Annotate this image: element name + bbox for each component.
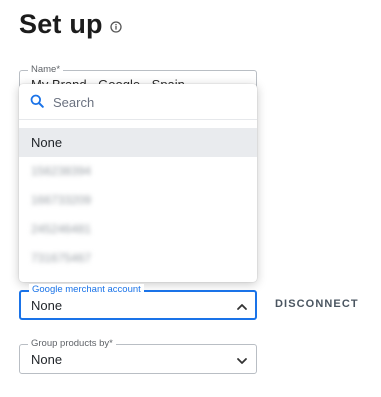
merchant-dropdown-menu: None 156238394 166733209 245246481 73167… [19, 84, 257, 282]
name-field-label: Name* [28, 64, 64, 76]
group-products-select[interactable]: Group products by* None [19, 338, 257, 374]
dropdown-search [19, 84, 257, 120]
page-header: Set up [19, 9, 122, 40]
merchant-account-label: Google merchant account [29, 284, 144, 296]
merchant-account-value: None [31, 298, 63, 313]
dropdown-option[interactable]: 731675467 [19, 244, 257, 273]
info-icon[interactable] [110, 20, 122, 33]
dropdown-option[interactable]: 166733209 [19, 186, 257, 215]
search-input[interactable] [51, 91, 245, 113]
dropdown-option-none[interactable]: None [19, 128, 257, 157]
group-products-label: Group products by* [28, 338, 116, 350]
group-products-value: None [31, 352, 63, 367]
merchant-account-select[interactable]: Google merchant account None [19, 284, 257, 320]
page-title: Set up [19, 9, 103, 39]
chevron-down-icon[interactable] [236, 354, 248, 366]
disconnect-button[interactable]: DISCONNECT [275, 298, 359, 310]
chevron-up-icon[interactable] [236, 300, 248, 312]
dropdown-option[interactable]: 156238394 [19, 157, 257, 186]
dropdown-option[interactable]: 245246481 [19, 215, 257, 244]
search-icon [30, 94, 44, 108]
